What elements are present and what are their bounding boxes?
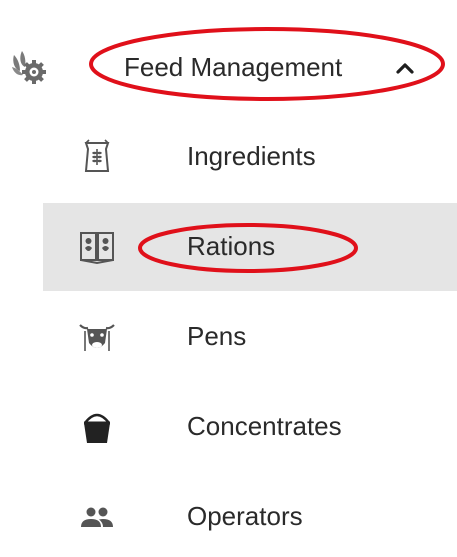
feed-sack-icon — [77, 137, 117, 177]
menu-item-operators[interactable]: Operators — [43, 473, 457, 557]
ingredients-label: Ingredients — [187, 141, 316, 171]
bucket-icon — [77, 407, 117, 447]
menu-item-ingredients[interactable]: Ingredients — [43, 113, 457, 201]
chevron-up-icon[interactable] — [392, 55, 418, 81]
concentrates-label: Concentrates — [187, 411, 342, 441]
operators-label: Operators — [187, 501, 303, 531]
gear-leaf-icon — [8, 45, 48, 85]
pens-label: Pens — [187, 321, 247, 351]
rations-label: Rations — [187, 231, 276, 261]
cow-head-icon — [77, 317, 117, 357]
menu-item-concentrates[interactable]: Concentrates — [43, 383, 457, 471]
menu-item-pens[interactable]: Pens — [43, 293, 457, 381]
feed-management-label: Feed Management — [124, 52, 343, 82]
menu-item-rations[interactable]: Rations — [43, 203, 457, 291]
feed-management-menu: Feed Management Ingredients Rations Pens… — [0, 0, 457, 557]
ration-book-icon — [77, 227, 117, 267]
feed-management-header[interactable]: Feed Management — [0, 25, 457, 110]
people-icon — [77, 497, 117, 537]
